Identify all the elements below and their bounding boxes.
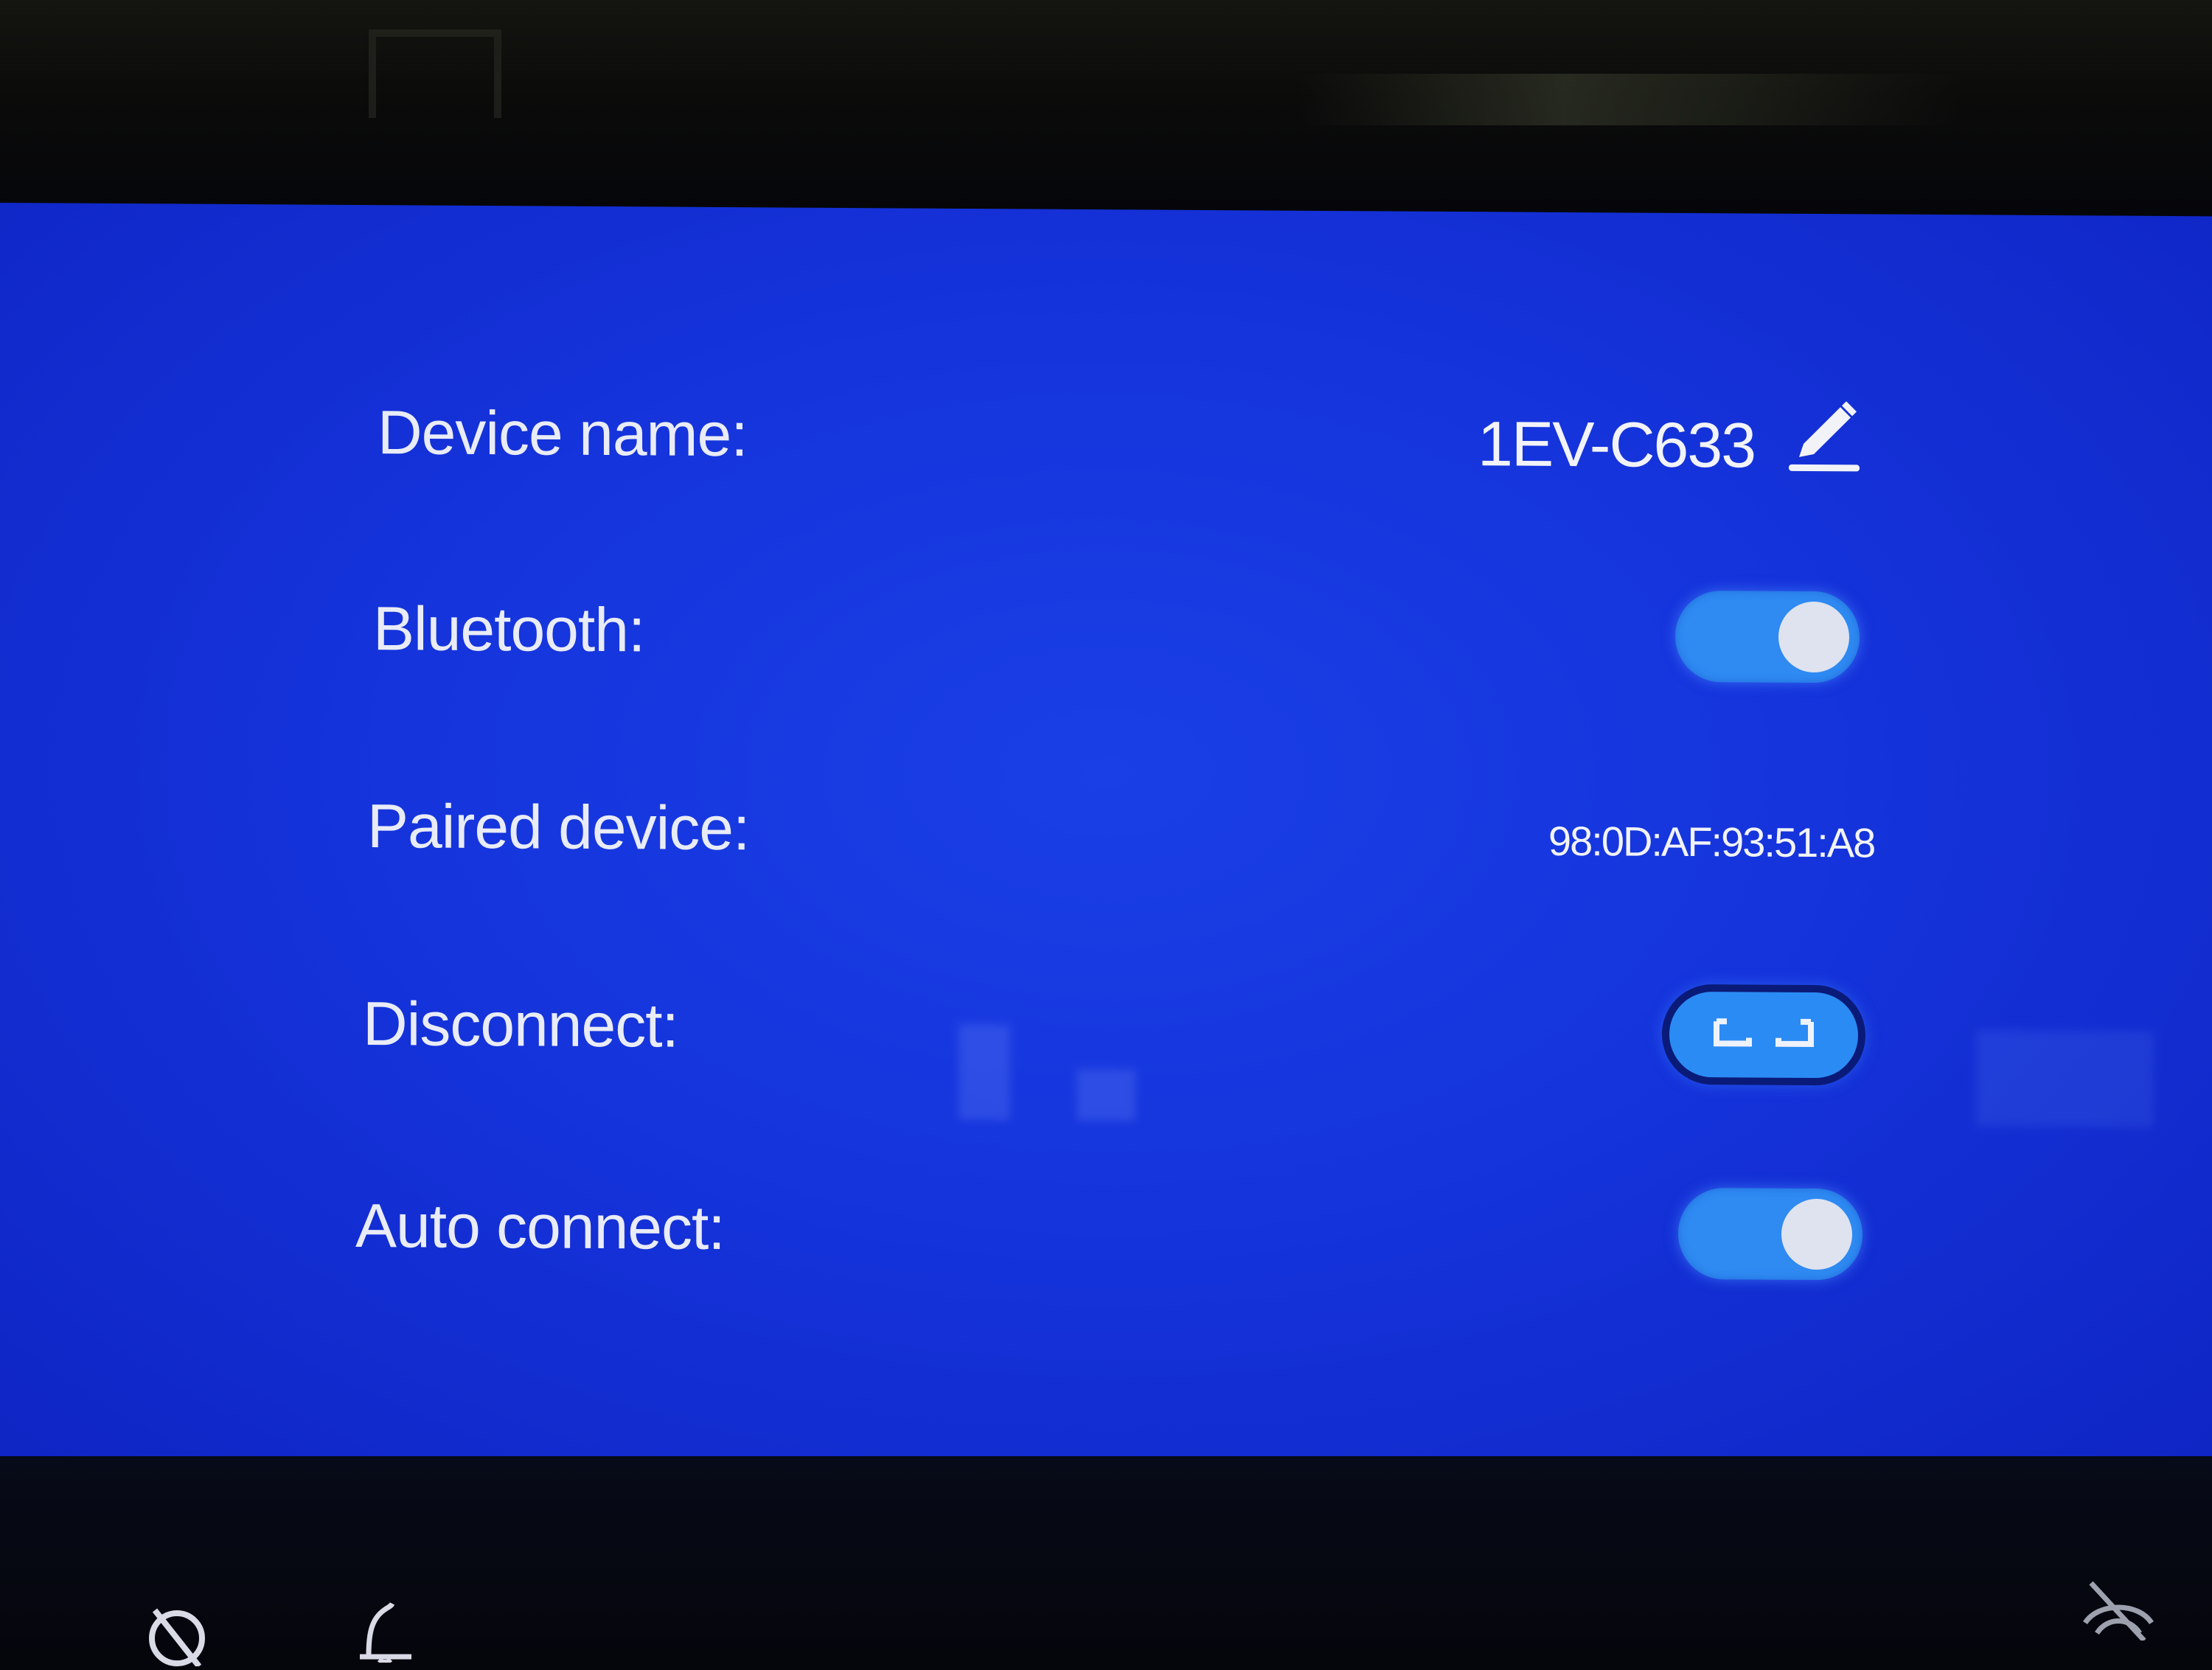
- bezel-glare: [1298, 74, 1961, 125]
- bluetooth-toggle[interactable]: [1675, 590, 1860, 683]
- bluetooth-settings-screen: Device name: 1EV-C633 Bluetooth: Paired …: [0, 203, 2212, 1470]
- top-bezel: [0, 0, 2212, 214]
- toggle-knob: [1778, 601, 1849, 673]
- disconnect-link-icon: [1714, 1018, 1814, 1048]
- auto-connect-label: Auto connect:: [355, 1190, 725, 1263]
- bluetooth-label: Bluetooth:: [373, 594, 645, 665]
- disconnect-row: Disconnect:: [0, 974, 2212, 1127]
- screen-reflection: [1976, 1030, 2153, 1127]
- auto-connect-row: Auto connect:: [0, 1177, 2212, 1294]
- device-name-row: Device name: 1EV-C633: [0, 380, 2212, 496]
- bell-icon[interactable]: [347, 1596, 420, 1666]
- bluetooth-row: Bluetooth:: [0, 579, 2212, 695]
- bottom-status-bar: [0, 1456, 2212, 1669]
- no-wireless-icon[interactable]: [2078, 1580, 2159, 1644]
- paired-device-label: Paired device:: [367, 791, 750, 863]
- bezel-reflection: [369, 29, 501, 118]
- auto-connect-toggle[interactable]: [1678, 1187, 1863, 1281]
- screen-reflection: [959, 1023, 1010, 1121]
- toggle-knob: [1781, 1198, 1852, 1270]
- paired-device-row: Paired device: 98:0D:AF:93:51:A8: [0, 778, 2212, 894]
- disconnect-button[interactable]: [1662, 984, 1865, 1086]
- disconnect-label: Disconnect:: [363, 989, 678, 1060]
- no-signal-icon[interactable]: [140, 1600, 214, 1670]
- pencil-icon[interactable]: [1783, 397, 1864, 479]
- paired-device-address: 98:0D:AF:93:51:A8: [1548, 817, 1875, 866]
- device-name-label: Device name:: [378, 397, 748, 470]
- device-name-value: 1EV-C633: [1478, 408, 1756, 481]
- screen-reflection: [1077, 1068, 1135, 1121]
